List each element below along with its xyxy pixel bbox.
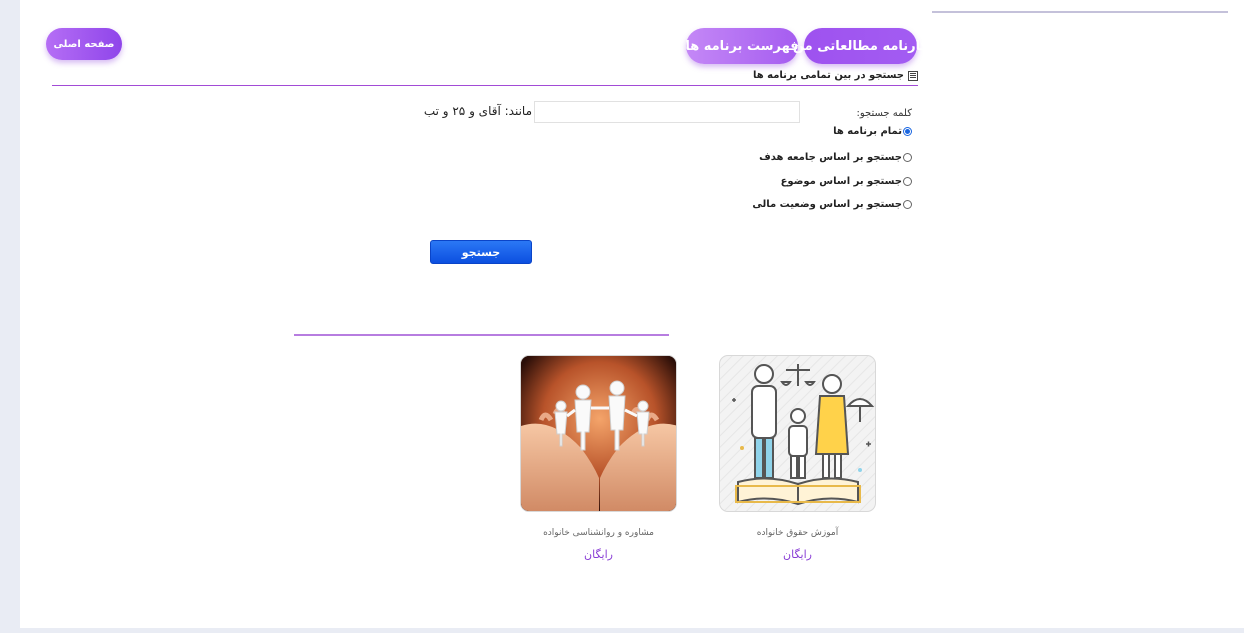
- radio-financial-status[interactable]: جستجو بر اساس وضعیت مالی: [752, 199, 912, 210]
- results-divider: [294, 334, 669, 336]
- radio-icon[interactable]: [903, 200, 912, 209]
- radio-all-programs[interactable]: تمام برنامه ها: [833, 126, 912, 137]
- program-card[interactable]: آموزش حقوق خانواده رایگان: [719, 355, 876, 561]
- radio-target-audience[interactable]: جستجو بر اساس جامعه هدف: [759, 152, 912, 163]
- program-title[interactable]: آموزش حقوق خانواده: [719, 528, 876, 538]
- top-divider: [932, 11, 1228, 13]
- radio-label: تمام برنامه ها: [833, 126, 902, 137]
- radio-icon[interactable]: [903, 153, 912, 162]
- my-report-button[interactable]: کارنامه مطالعاتی من: [793, 28, 928, 64]
- program-list-button[interactable]: فهرست برنامه ها: [685, 28, 799, 64]
- radio-label: جستجو بر اساس جامعه هدف: [759, 152, 902, 163]
- home-button[interactable]: صفحه اصلی: [46, 28, 122, 60]
- radio-checked-icon[interactable]: [903, 127, 912, 136]
- radio-label: جستجو بر اساس وضعیت مالی: [752, 199, 902, 210]
- family-law-illustration[interactable]: [719, 355, 876, 512]
- radio-icon[interactable]: [903, 177, 912, 186]
- family-hands-photo[interactable]: [520, 355, 677, 512]
- program-title[interactable]: مشاوره و روانشناسی خانواده: [520, 528, 677, 538]
- program-price: رایگان: [783, 548, 812, 561]
- keyword-input[interactable]: [534, 101, 800, 123]
- program-card[interactable]: مشاوره و روانشناسی خانواده رایگان: [520, 355, 677, 561]
- keyword-hint: مانند: آقای و ۲۵ و تب: [423, 104, 532, 118]
- list-icon: [908, 70, 918, 81]
- program-price: رایگان: [584, 548, 613, 561]
- search-section-title: جستجو در بین تمامی برنامه ها: [753, 70, 918, 81]
- search-button[interactable]: جستجو: [430, 240, 532, 264]
- keyword-label: کلمه جستجو:: [856, 108, 912, 119]
- search-section-title-text: جستجو در بین تمامی برنامه ها: [752, 70, 904, 81]
- page-container: صفحه اصلی فهرست برنامه ها کارنامه مطالعا…: [20, 0, 1244, 628]
- section-divider: [52, 85, 918, 86]
- radio-topic[interactable]: جستجو بر اساس موضوع: [781, 176, 912, 187]
- radio-label: جستجو بر اساس موضوع: [780, 176, 902, 187]
